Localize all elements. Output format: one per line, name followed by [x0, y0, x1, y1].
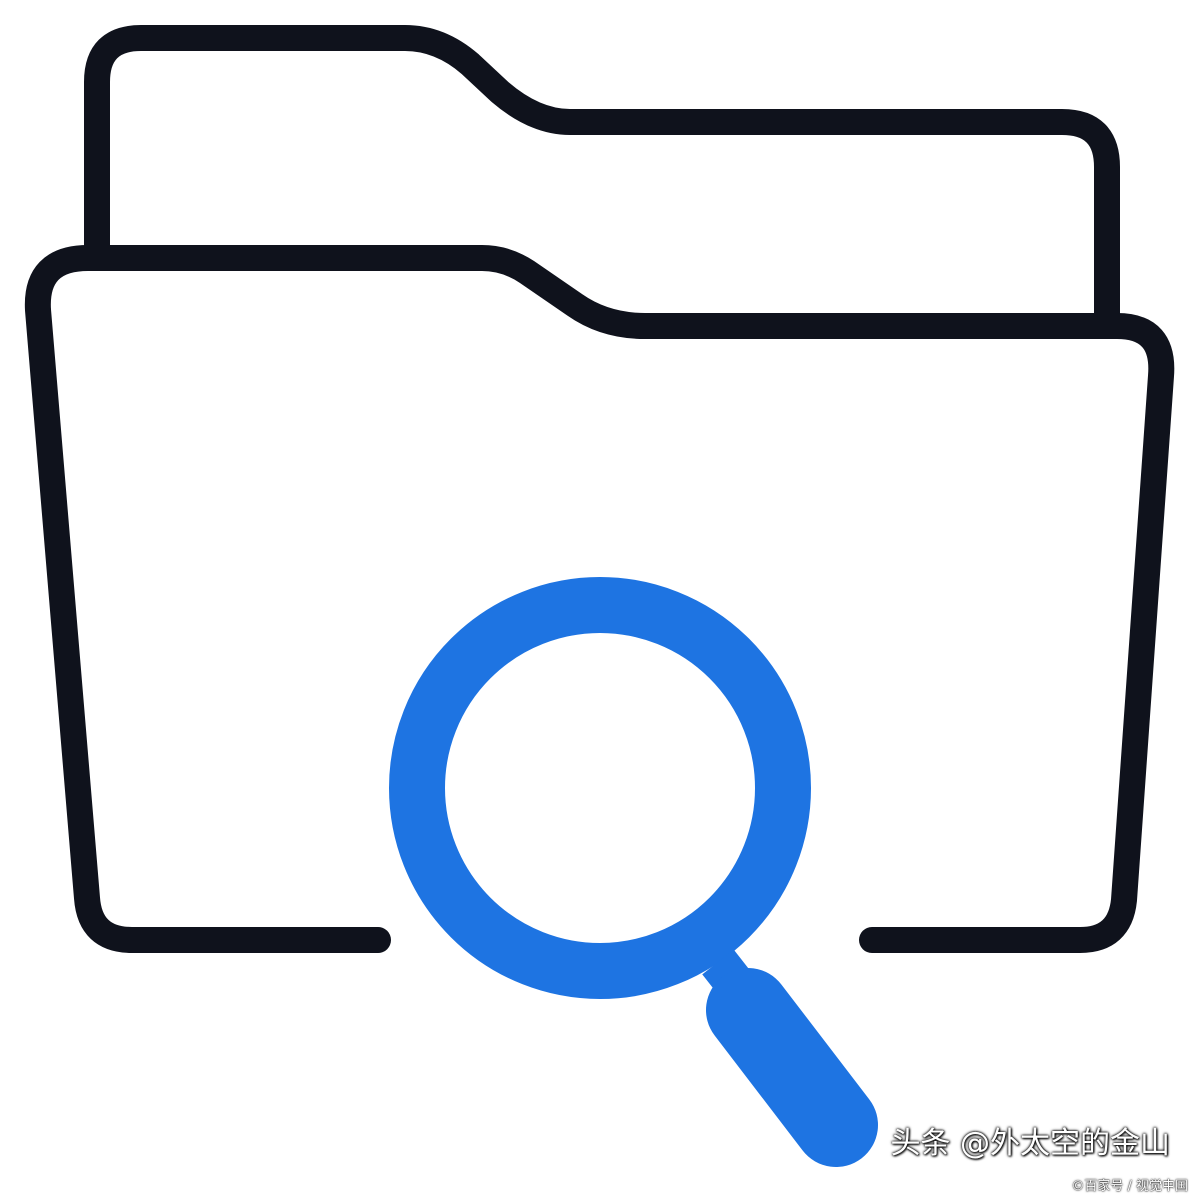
magnifier-lens — [389, 577, 811, 999]
magnifier-icon — [389, 577, 878, 1167]
watermark-text: 头条 @外太空的金山 — [890, 1126, 1170, 1161]
watermark-subtext: ©百家号 / 视觉中国 — [1071, 1179, 1188, 1194]
folder-search-illustration — [0, 0, 1200, 1200]
back-folder-outline — [84, 25, 1120, 331]
magnifier-handle — [706, 968, 878, 1167]
folder-search-icon — [24, 25, 1175, 1167]
